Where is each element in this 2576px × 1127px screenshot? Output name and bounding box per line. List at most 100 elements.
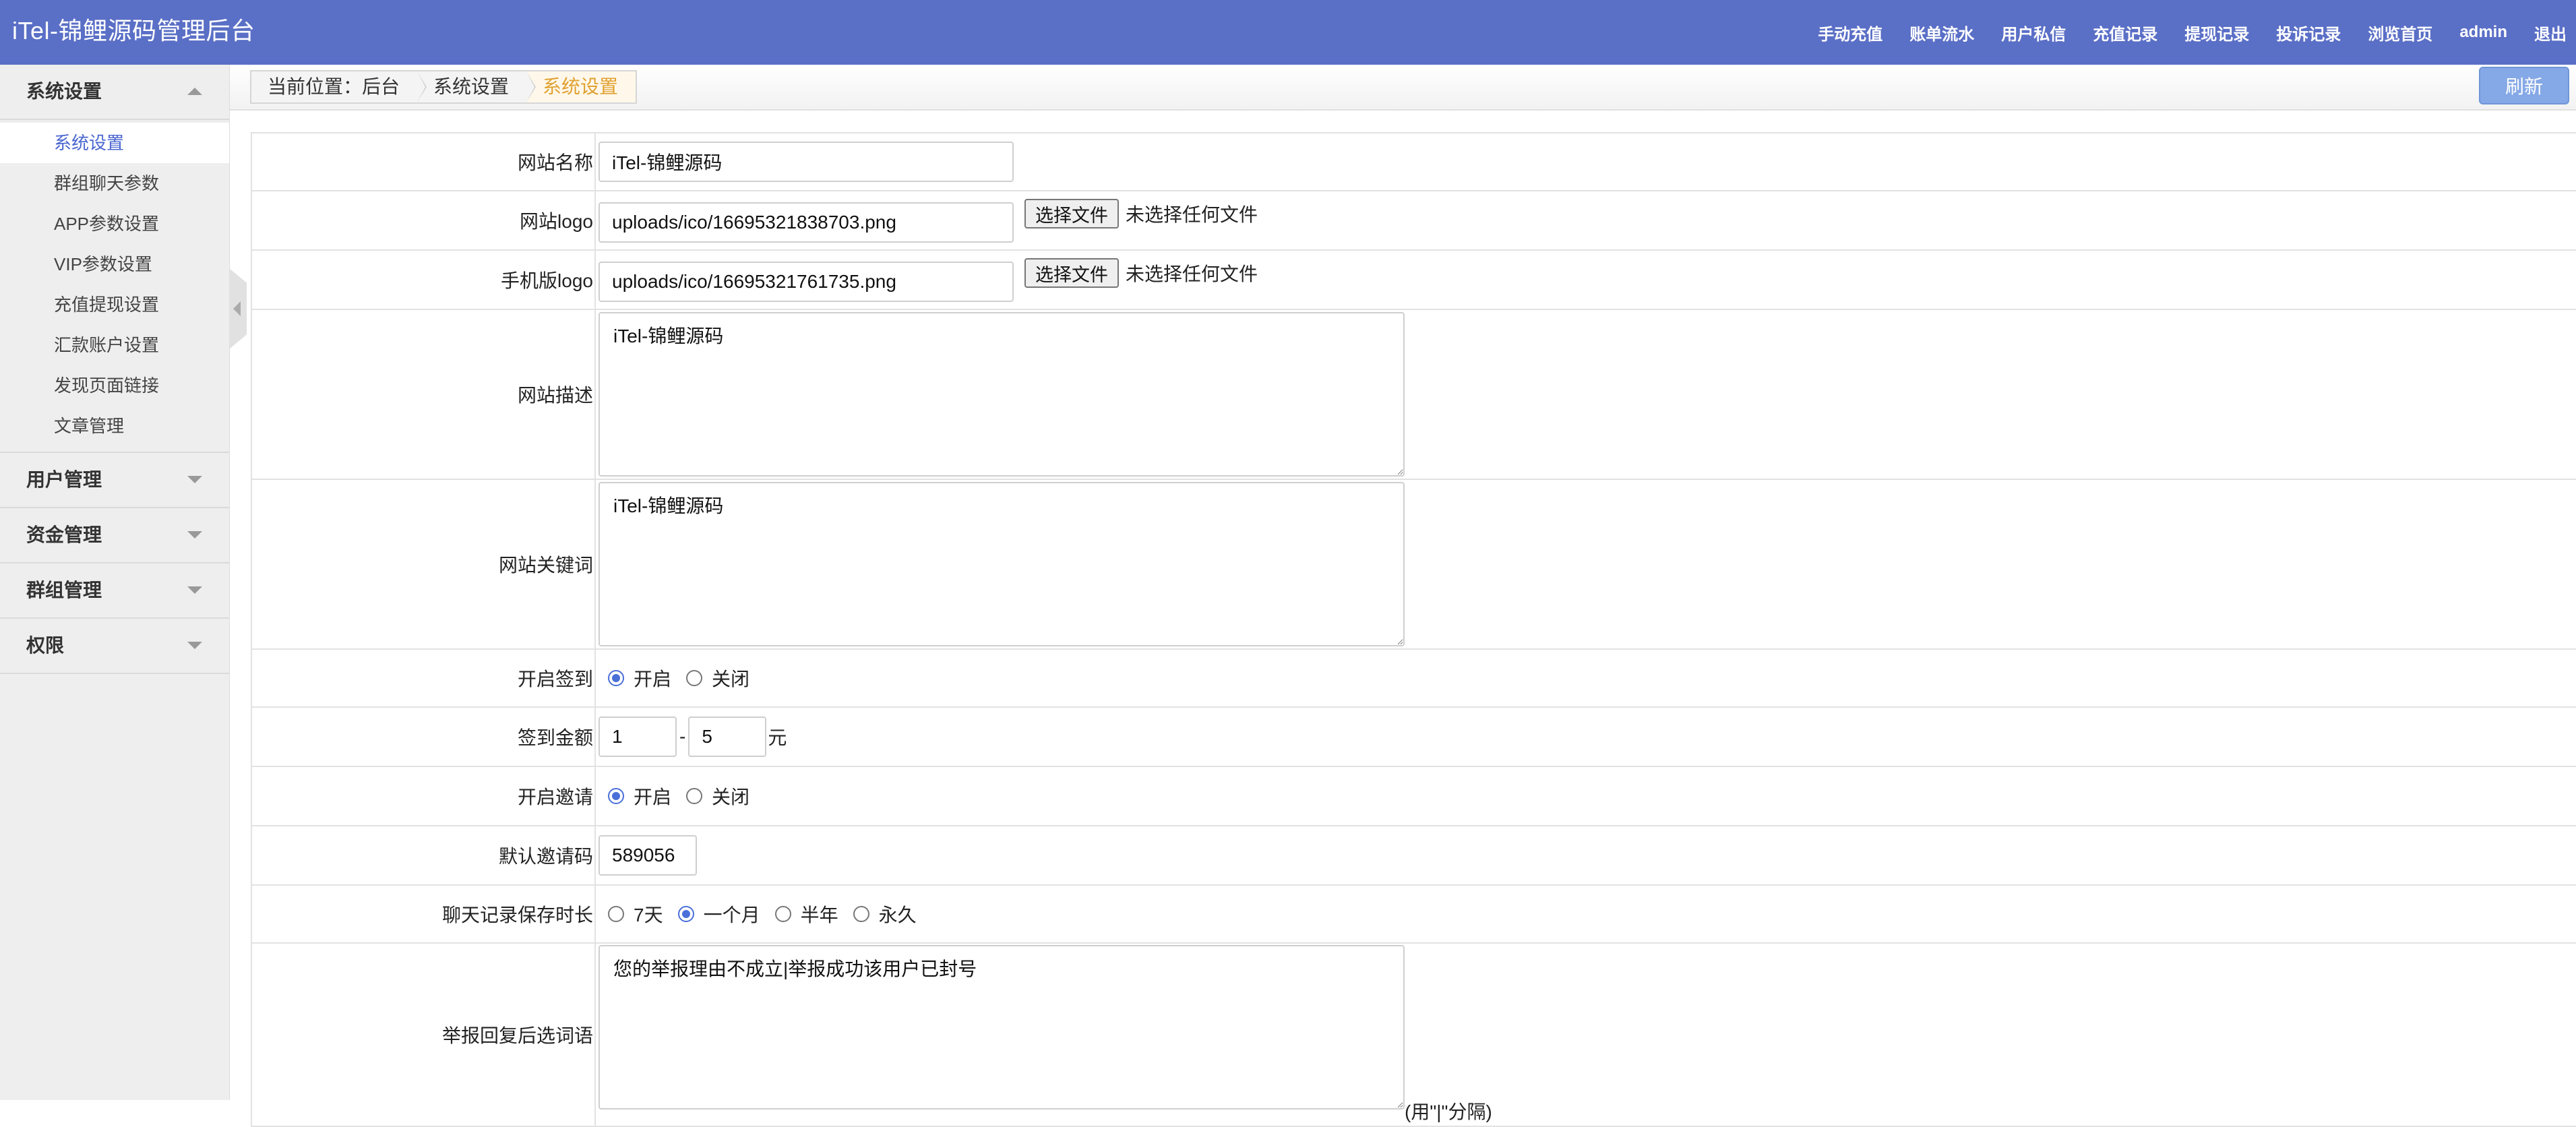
nav-withdraw-records[interactable]: 提现记录 xyxy=(2184,21,2249,44)
radio-label: 永久 xyxy=(878,905,917,925)
radio-label: 关闭 xyxy=(712,787,750,808)
retention-6m-radio[interactable] xyxy=(774,906,791,922)
chevron-down-icon xyxy=(187,586,202,594)
field-label: 手机版logo xyxy=(252,251,596,309)
nav-user-messages[interactable]: 用户私信 xyxy=(2001,21,2066,44)
site-desc-textarea[interactable]: iTel-锦鲤源码 xyxy=(599,312,1405,477)
sidebar-group-label: 权限 xyxy=(26,635,65,656)
report-reply-textarea[interactable]: 您的举报理由不成立|举报成功该用户已封号 xyxy=(599,945,1405,1109)
form-row-report-reply: 举报回复后选词语 您的举报理由不成立|举报成功该用户已封号 (用"|"分隔) xyxy=(252,944,2576,1127)
site-name-input[interactable] xyxy=(599,142,1014,182)
field-label: 默认邀请码 xyxy=(252,826,596,884)
breadcrumb-level1[interactable]: 系统设置 xyxy=(417,71,536,102)
sidebar-group-label: 群组管理 xyxy=(26,580,102,601)
sidebar-group-system[interactable]: 系统设置 xyxy=(0,65,229,120)
sidebar-group-funds[interactable]: 资金管理 xyxy=(0,508,229,564)
top-bar: iTel-锦鲤源码管理后台 手动充值 账单流水 用户私信 充值记录 提现记录 投… xyxy=(0,0,2576,65)
separator-hint: (用"|"分隔) xyxy=(1405,1101,1492,1122)
chevron-down-icon xyxy=(187,476,202,483)
checkin-amount-max-input[interactable] xyxy=(688,717,767,757)
nav-bill-flow[interactable]: 账单流水 xyxy=(1909,21,1974,44)
invite-on-radio[interactable] xyxy=(608,788,624,804)
chevron-down-icon xyxy=(187,642,202,649)
form-row-site-keywords: 网站关键词 iTel-锦鲤源码 xyxy=(252,480,2576,650)
mobile-logo-path-input[interactable] xyxy=(599,262,1014,302)
sidebar-item-app-params[interactable]: APP参数设置 xyxy=(0,204,229,244)
form-row-site-logo: 网站logo 选择文件 未选择任何文件 xyxy=(252,191,2576,251)
settings-form: 网站名称 网站logo 选择文件 未选择任何文件 手机版logo 选择文件 未选… xyxy=(251,132,2576,1127)
radio-label: 开启 xyxy=(634,787,672,808)
sidebar-item-vip-params[interactable]: VIP参数设置 xyxy=(0,244,229,284)
site-logo-path-input[interactable] xyxy=(599,202,1014,243)
sidebar-item-system-settings[interactable]: 系统设置 xyxy=(0,123,229,163)
field-label: 签到金额 xyxy=(252,708,596,766)
range-dash: - xyxy=(679,726,686,747)
sidebar-group-label: 资金管理 xyxy=(26,524,102,545)
sidebar: 系统设置 系统设置 群组聊天参数 APP参数设置 VIP参数设置 充值提现设置 … xyxy=(0,65,230,1100)
invite-code-input[interactable] xyxy=(599,835,697,876)
form-row-invite: 开启邀请 开启 关闭 xyxy=(252,767,2576,826)
currency-unit: 元 xyxy=(768,727,787,748)
radio-label: 半年 xyxy=(800,905,838,925)
nav-complaint-records[interactable]: 投诉记录 xyxy=(2276,21,2341,44)
field-label: 网站描述 xyxy=(252,310,596,479)
nav-admin-user[interactable]: admin xyxy=(2459,23,2507,42)
sidebar-item-remit-accounts[interactable]: 汇款账户设置 xyxy=(0,325,229,365)
checkin-off-radio[interactable] xyxy=(686,670,703,686)
nav-recharge-records[interactable]: 充值记录 xyxy=(2093,21,2157,44)
sidebar-collapse-handle[interactable] xyxy=(229,268,247,349)
radio-label: 关闭 xyxy=(712,669,750,690)
top-nav: 手动充值 账单流水 用户私信 充值记录 提现记录 投诉记录 浏览首页 admin… xyxy=(1791,0,2576,65)
form-row-chat-retention: 聊天记录保存时长 7天 一个月 半年 永久 xyxy=(252,886,2576,944)
nav-browse-home[interactable]: 浏览首页 xyxy=(2368,21,2432,44)
field-label: 开启邀请 xyxy=(252,767,596,825)
retention-1m-radio[interactable] xyxy=(677,906,694,922)
form-row-checkin: 开启签到 开启 关闭 xyxy=(252,650,2576,708)
sidebar-item-group-chat-params[interactable]: 群组聊天参数 xyxy=(0,163,229,204)
refresh-button[interactable]: 刷新 xyxy=(2479,67,2569,104)
form-row-site-name: 网站名称 xyxy=(252,133,2576,191)
breadcrumb-bar: 当前位置：后台 系统设置 系统设置 刷新 xyxy=(230,65,2576,111)
site-logo-file-status: 未选择任何文件 xyxy=(1126,204,1258,225)
form-row-mobile-logo: 手机版logo 选择文件 未选择任何文件 xyxy=(252,251,2576,310)
radio-label: 7天 xyxy=(634,905,663,925)
nav-manual-recharge[interactable]: 手动充值 xyxy=(1818,21,1882,44)
sidebar-group-label: 系统设置 xyxy=(26,81,102,102)
nav-logout[interactable]: 退出 xyxy=(2534,21,2567,44)
breadcrumb: 当前位置：后台 系统设置 系统设置 xyxy=(250,70,638,104)
breadcrumb-current: 系统设置 xyxy=(526,71,636,102)
app-title: iTel-锦鲤源码管理后台 xyxy=(12,17,255,44)
field-label: 举报回复后选词语 xyxy=(252,944,596,1126)
chevron-left-icon xyxy=(233,301,241,316)
breadcrumb-home[interactable]: 当前位置：后台 xyxy=(251,71,427,102)
sidebar-group-permissions[interactable]: 权限 xyxy=(0,619,229,674)
site-logo-choose-file-button[interactable]: 选择文件 xyxy=(1024,199,1119,229)
checkin-amount-min-input[interactable] xyxy=(599,717,677,757)
form-row-site-desc: 网站描述 iTel-锦鲤源码 xyxy=(252,310,2576,480)
checkin-on-radio[interactable] xyxy=(608,670,624,686)
chevron-down-icon xyxy=(187,531,202,539)
sidebar-item-articles[interactable]: 文章管理 xyxy=(0,406,229,446)
retention-7d-radio[interactable] xyxy=(608,906,624,922)
radio-label: 开启 xyxy=(634,669,672,690)
field-label: 聊天记录保存时长 xyxy=(252,886,596,942)
field-label: 网站logo xyxy=(252,191,596,249)
chevron-up-icon xyxy=(187,88,202,95)
mobile-logo-file-status: 未选择任何文件 xyxy=(1126,264,1258,284)
field-label: 开启签到 xyxy=(252,650,596,706)
field-label: 网站名称 xyxy=(252,133,596,190)
form-row-invite-code: 默认邀请码 xyxy=(252,826,2576,886)
sidebar-item-recharge-withdraw[interactable]: 充值提现设置 xyxy=(0,284,229,325)
retention-forever-radio[interactable] xyxy=(853,906,869,922)
sidebar-submenu: 系统设置 群组聊天参数 APP参数设置 VIP参数设置 充值提现设置 汇款账户设… xyxy=(0,120,229,453)
radio-label: 一个月 xyxy=(703,905,760,925)
sidebar-group-label: 用户管理 xyxy=(26,469,102,490)
sidebar-group-users[interactable]: 用户管理 xyxy=(0,453,229,508)
field-label: 网站关键词 xyxy=(252,480,596,648)
sidebar-group-groups[interactable]: 群组管理 xyxy=(0,564,229,619)
invite-off-radio[interactable] xyxy=(686,788,703,804)
form-row-checkin-amount: 签到金额 - 元 xyxy=(252,708,2576,767)
site-keywords-textarea[interactable]: iTel-锦鲤源码 xyxy=(599,482,1405,646)
mobile-logo-choose-file-button[interactable]: 选择文件 xyxy=(1024,258,1119,288)
sidebar-item-discover-links[interactable]: 发现页面链接 xyxy=(0,365,229,406)
